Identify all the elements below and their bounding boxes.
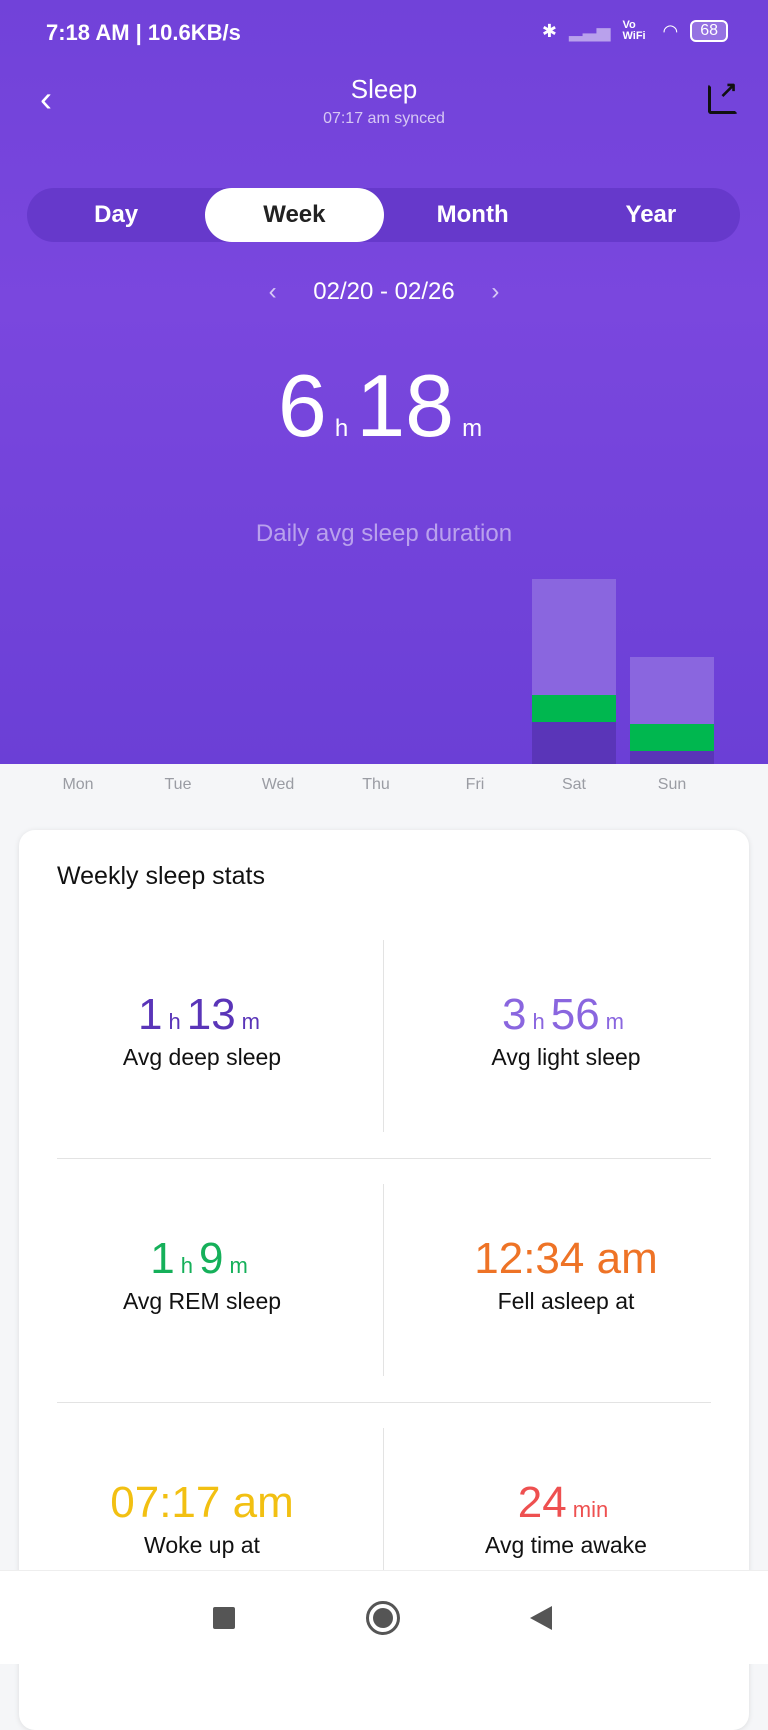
value-unit: min <box>572 1497 609 1522</box>
stat-avg-deep-sleep: 1 h 13 m Avg deep sleep <box>19 990 385 1071</box>
bar-rem-sat[interactable] <box>532 695 616 723</box>
bar-rem-sun[interactable] <box>630 723 714 751</box>
day-label: Thu <box>362 776 390 793</box>
bar-light-sat[interactable] <box>532 579 616 696</box>
stat-label: Avg REM sleep <box>122 1288 282 1314</box>
value-unit: h <box>168 1009 181 1034</box>
day-label: Mon <box>62 776 94 793</box>
value-number: 3 <box>501 990 527 1039</box>
value-number: 12:34 am <box>474 1234 658 1283</box>
stat-avg-rem-sleep: 1 h 9 m Avg REM sleep <box>19 1234 385 1315</box>
stat-label: Fell asleep at <box>497 1288 635 1314</box>
stat-value: 1h9m <box>19 1234 385 1284</box>
bar-deep-sat[interactable] <box>532 722 616 764</box>
divider <box>383 940 384 1132</box>
divider <box>57 1158 711 1159</box>
home-button[interactable] <box>366 1601 400 1635</box>
stat-label: Avg light sleep <box>491 1044 641 1070</box>
stat-value: 07:17 am <box>19 1478 385 1528</box>
value-unit: h <box>532 1009 545 1034</box>
day-axis: Mon Tue Wed Thu Fri Sat Sun <box>0 764 768 806</box>
recents-button[interactable] <box>213 1607 235 1629</box>
stats-title: Weekly sleep stats <box>57 862 265 890</box>
stat-woke-up-at: 07:17 am Woke up at <box>19 1478 385 1559</box>
stat-value: 24 min <box>383 1478 749 1528</box>
back-nav-button[interactable] <box>530 1606 552 1630</box>
day-label: Sat <box>561 776 586 793</box>
sleep-chart <box>0 0 768 764</box>
stat-fell-asleep-at: 12:34 am Fell asleep at <box>383 1234 749 1315</box>
bar-deep-sun[interactable] <box>630 750 714 764</box>
stat-avg-time-awake: 24 min Avg time awake <box>383 1478 749 1559</box>
system-nav-bar <box>0 1570 768 1664</box>
value-unit: m <box>241 1009 260 1034</box>
value-number: 1 <box>150 1234 175 1283</box>
stat-label: Woke up at <box>144 1532 260 1558</box>
value-number: 1 <box>137 990 163 1039</box>
day-label: Fri <box>465 776 485 793</box>
home-icon <box>373 1608 393 1628</box>
day-label: Wed <box>261 776 295 793</box>
stat-label: Avg deep sleep <box>122 1044 282 1070</box>
value-number: 07:17 am <box>110 1478 294 1527</box>
stat-value: 1 h 13 m <box>19 990 385 1040</box>
bar-light-sun[interactable] <box>630 656 714 724</box>
value-number: 24 <box>517 1478 567 1527</box>
value-number: 13 <box>186 990 236 1039</box>
value-unit: h <box>180 1253 193 1278</box>
value-number: 9 <box>198 1234 224 1283</box>
value-number: 56 <box>550 990 600 1039</box>
value-unit: m <box>605 1009 624 1034</box>
divider <box>383 1184 384 1376</box>
divider <box>57 1402 711 1403</box>
stat-value: 12:34 am <box>383 1234 749 1284</box>
stat-value: 3 h 56 m <box>383 990 749 1040</box>
day-label: Sun <box>657 776 687 793</box>
day-label: Tue <box>164 776 192 793</box>
stat-label: Avg time awake <box>485 1532 647 1558</box>
stat-avg-light-sleep: 3 h 56 m Avg light sleep <box>383 990 749 1071</box>
value-unit: m <box>229 1253 248 1278</box>
